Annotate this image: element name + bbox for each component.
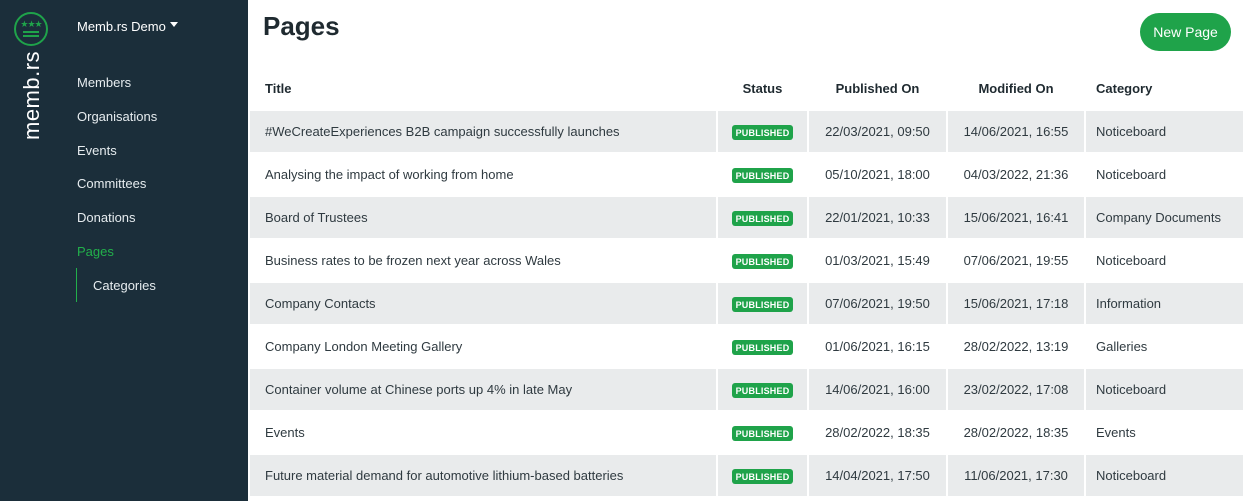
row-title[interactable]: Future material demand for automotive li… <box>250 455 716 498</box>
logo-bars <box>23 31 39 37</box>
row-title[interactable]: Board of Trustees <box>250 197 716 240</box>
status-badge: PUBLISHED <box>731 468 794 484</box>
row-category: Company Documents <box>1086 197 1243 240</box>
row-modified: 07/06/2021, 19:55 <box>948 240 1084 283</box>
sidebar-item-donations[interactable]: Donations <box>77 210 136 225</box>
row-status-cell: PUBLISHED <box>718 369 807 412</box>
row-published: 01/06/2021, 16:15 <box>809 326 946 369</box>
row-title[interactable]: Company Contacts <box>250 283 716 326</box>
table-row[interactable]: Events PUBLISHED 28/02/2022, 18:35 28/02… <box>250 412 1243 455</box>
row-modified: 14/06/2021, 16:55 <box>948 111 1084 154</box>
row-category: Noticeboard <box>1086 240 1243 283</box>
row-modified: 28/02/2022, 18:35 <box>948 412 1084 455</box>
row-category: Noticeboard <box>1086 455 1243 498</box>
row-status-cell: PUBLISHED <box>718 197 807 240</box>
main-content: Pages New Page Title Status Published On… <box>248 0 1243 501</box>
column-header-modified[interactable]: Modified On <box>948 70 1084 111</box>
sidebar-item-organisations[interactable]: Organisations <box>77 109 157 124</box>
chevron-down-icon <box>169 22 178 28</box>
new-page-button[interactable]: New Page <box>1140 13 1231 51</box>
row-modified: 11/06/2021, 17:30 <box>948 455 1084 498</box>
row-status-cell: PUBLISHED <box>718 111 807 154</box>
row-title[interactable]: Events <box>250 412 716 455</box>
brand-wordmark: memb.rs <box>19 50 44 140</box>
row-title[interactable]: Company London Meeting Gallery <box>250 326 716 369</box>
row-status-cell: PUBLISHED <box>718 412 807 455</box>
row-title[interactable]: Analysing the impact of working from hom… <box>250 154 716 197</box>
row-category: Information <box>1086 283 1243 326</box>
status-badge: PUBLISHED <box>731 339 794 355</box>
row-status-cell: PUBLISHED <box>718 283 807 326</box>
column-header-published[interactable]: Published On <box>809 70 946 111</box>
status-badge: PUBLISHED <box>731 210 794 226</box>
row-status-cell: PUBLISHED <box>718 154 807 197</box>
table-row[interactable]: Analysing the impact of working from hom… <box>250 154 1243 197</box>
row-category: Noticeboard <box>1086 369 1243 412</box>
table-row[interactable]: Business rates to be frozen next year ac… <box>250 240 1243 283</box>
status-badge: PUBLISHED <box>731 425 794 441</box>
row-status-cell: PUBLISHED <box>718 240 807 283</box>
sidebar-item-pages[interactable]: Pages <box>77 244 114 259</box>
row-published: 01/03/2021, 15:49 <box>809 240 946 283</box>
row-published: 05/10/2021, 18:00 <box>809 154 946 197</box>
status-badge: PUBLISHED <box>731 253 794 269</box>
column-header-category[interactable]: Category <box>1086 70 1243 111</box>
row-category: Noticeboard <box>1086 154 1243 197</box>
row-modified: 04/03/2022, 21:36 <box>948 154 1084 197</box>
table-row[interactable]: Company Contacts PUBLISHED 07/06/2021, 1… <box>250 283 1243 326</box>
row-title[interactable]: Business rates to be frozen next year ac… <box>250 240 716 283</box>
row-category: Noticeboard <box>1086 111 1243 154</box>
row-published: 22/01/2021, 10:33 <box>809 197 946 240</box>
sidebar-item-events[interactable]: Events <box>77 143 117 158</box>
sidebar-item-committees[interactable]: Committees <box>77 176 146 191</box>
status-badge: PUBLISHED <box>731 382 794 398</box>
brand-logo-icon[interactable]: ★★★ <box>14 12 48 46</box>
logo-stars: ★★★ <box>20 19 42 29</box>
status-badge: PUBLISHED <box>731 296 794 312</box>
row-category: Galleries <box>1086 326 1243 369</box>
row-title[interactable]: Container volume at Chinese ports up 4% … <box>250 369 716 412</box>
table-row[interactable]: Container volume at Chinese ports up 4% … <box>250 369 1243 412</box>
row-modified: 15/06/2021, 17:18 <box>948 283 1084 326</box>
submenu-indicator <box>76 268 77 302</box>
row-published: 14/04/2021, 17:50 <box>809 455 946 498</box>
column-header-status[interactable]: Status <box>718 70 807 111</box>
table-row[interactable]: Future material demand for automotive li… <box>250 455 1243 498</box>
table-row[interactable]: Board of Trustees PUBLISHED 22/01/2021, … <box>250 197 1243 240</box>
org-switcher-label: Memb.rs Demo <box>77 19 166 34</box>
row-category: Events <box>1086 412 1243 455</box>
sidebar-item-members[interactable]: Members <box>77 75 131 90</box>
table-header-row: Title Status Published On Modified On Ca… <box>250 70 1243 111</box>
page-title: Pages <box>263 11 340 41</box>
row-title[interactable]: #WeCreateExperiences B2B campaign succes… <box>250 111 716 154</box>
table-row[interactable]: #WeCreateExperiences B2B campaign succes… <box>250 111 1243 154</box>
row-published: 07/06/2021, 19:50 <box>809 283 946 326</box>
sidebar-item-categories[interactable]: Categories <box>93 278 156 293</box>
row-modified: 15/06/2021, 16:41 <box>948 197 1084 240</box>
status-badge: PUBLISHED <box>731 167 794 183</box>
pages-table: Title Status Published On Modified On Ca… <box>248 70 1243 498</box>
row-published: 22/03/2021, 09:50 <box>809 111 946 154</box>
icon-rail: ★★★ memb.rs <box>0 0 62 501</box>
status-badge: PUBLISHED <box>731 124 794 140</box>
row-published: 28/02/2022, 18:35 <box>809 412 946 455</box>
table-row[interactable]: Company London Meeting Gallery PUBLISHED… <box>250 326 1243 369</box>
row-published: 14/06/2021, 16:00 <box>809 369 946 412</box>
row-modified: 23/02/2022, 17:08 <box>948 369 1084 412</box>
row-status-cell: PUBLISHED <box>718 455 807 498</box>
row-modified: 28/02/2022, 13:19 <box>948 326 1084 369</box>
column-header-title[interactable]: Title <box>250 70 716 111</box>
row-status-cell: PUBLISHED <box>718 326 807 369</box>
sidebar-nav: Memb.rs Demo Members Organisations Event… <box>62 0 248 501</box>
org-switcher[interactable]: Memb.rs Demo <box>77 19 178 34</box>
